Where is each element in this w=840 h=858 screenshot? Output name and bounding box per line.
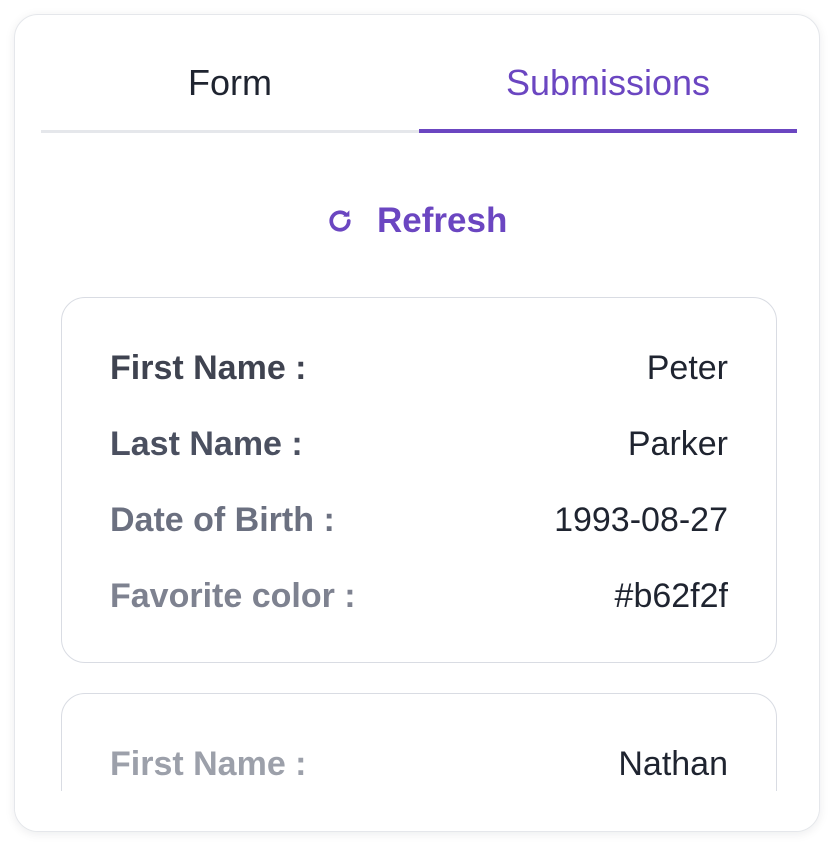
tab-bar: Form Submissions — [41, 49, 797, 133]
first-name-label: First Name : — [110, 348, 307, 387]
refresh-label: Refresh — [377, 201, 508, 240]
favorite-color-value: #b62f2f — [614, 576, 728, 615]
scroll-fade — [15, 791, 819, 831]
submission-card: First Name : Peter Last Name : Parker Da… — [61, 297, 777, 663]
favorite-color-row: Favorite color : #b62f2f — [110, 566, 728, 626]
dob-row: Date of Birth : 1993-08-27 — [110, 490, 728, 550]
refresh-button[interactable]: Refresh — [325, 191, 507, 251]
first-name-label: First Name : — [110, 744, 307, 783]
dob-value: 1993-08-27 — [554, 500, 728, 539]
first-name-row: First Name : Peter — [110, 338, 728, 398]
first-name-row: First Name : Nathan — [110, 734, 728, 794]
last-name-row: Last Name : Parker — [110, 414, 728, 474]
tab-submissions[interactable]: Submissions — [419, 49, 797, 133]
favorite-color-label: Favorite color : — [110, 576, 356, 615]
submissions-panel: Form Submissions Refresh First Name : Pe… — [14, 14, 820, 832]
tab-form[interactable]: Form — [41, 49, 419, 133]
dob-label: Date of Birth : — [110, 500, 335, 539]
last-name-value: Parker — [627, 424, 728, 463]
first-name-value: Nathan — [618, 744, 728, 783]
refresh-icon — [325, 206, 355, 236]
last-name-label: Last Name : — [110, 424, 303, 463]
first-name-value: Peter — [646, 348, 728, 387]
